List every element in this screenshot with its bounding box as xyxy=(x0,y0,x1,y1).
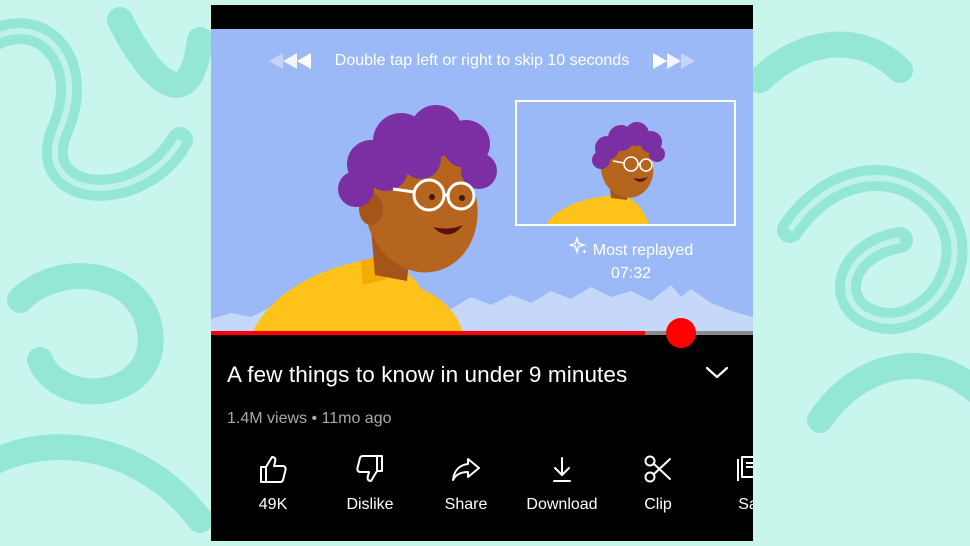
like-button[interactable]: 49K xyxy=(225,452,321,514)
thumbs-down-icon xyxy=(356,455,383,482)
video-title: A few things to know in under 9 minutes xyxy=(227,362,628,387)
clip-label: Clip xyxy=(644,496,672,513)
progress-scrubber-handle[interactable] xyxy=(666,318,696,348)
rewind-icon xyxy=(268,52,313,70)
download-button[interactable]: Download xyxy=(514,452,610,514)
save-button[interactable]: Sa xyxy=(700,452,753,514)
video-meta: 1.4M views • 11mo ago xyxy=(227,410,392,427)
most-replayed-time: 07:32 xyxy=(610,265,652,282)
like-count: 49K xyxy=(258,496,288,513)
sparkle-icon xyxy=(567,235,589,263)
expand-description-button[interactable] xyxy=(701,359,733,387)
download-label: Download xyxy=(526,496,598,513)
save-icon xyxy=(737,456,753,481)
most-replayed-label: Most replayed xyxy=(592,241,694,259)
most-replayed-tooltip: Most replayed 07:32 xyxy=(551,235,711,284)
chevron-down-icon xyxy=(705,366,729,379)
dislike-button[interactable]: Dislike xyxy=(322,452,418,514)
save-label: Sa xyxy=(738,496,753,513)
share-icon xyxy=(452,458,480,481)
thumbs-up-icon xyxy=(260,456,287,483)
progress-bar-fill xyxy=(211,331,645,335)
video-player[interactable]: Double tap left or right to skip 10 seco… xyxy=(211,29,753,335)
dislike-label: Dislike xyxy=(346,496,394,513)
phone-screen: Double tap left or right to skip 10 seco… xyxy=(211,5,753,541)
action-bar: 49K Dislike Share Download Clip S xyxy=(211,452,753,522)
scissors-icon xyxy=(644,455,671,483)
fast-forward-icon xyxy=(651,52,696,70)
share-label: Share xyxy=(444,496,488,513)
seek-preview-thumbnail xyxy=(515,100,736,226)
share-button[interactable]: Share xyxy=(418,452,514,514)
download-icon xyxy=(553,457,571,482)
skip-hint: Double tap left or right to skip 10 seco… xyxy=(211,49,753,73)
clip-button[interactable]: Clip xyxy=(610,452,706,514)
skip-hint-text: Double tap left or right to skip 10 seco… xyxy=(334,52,630,69)
